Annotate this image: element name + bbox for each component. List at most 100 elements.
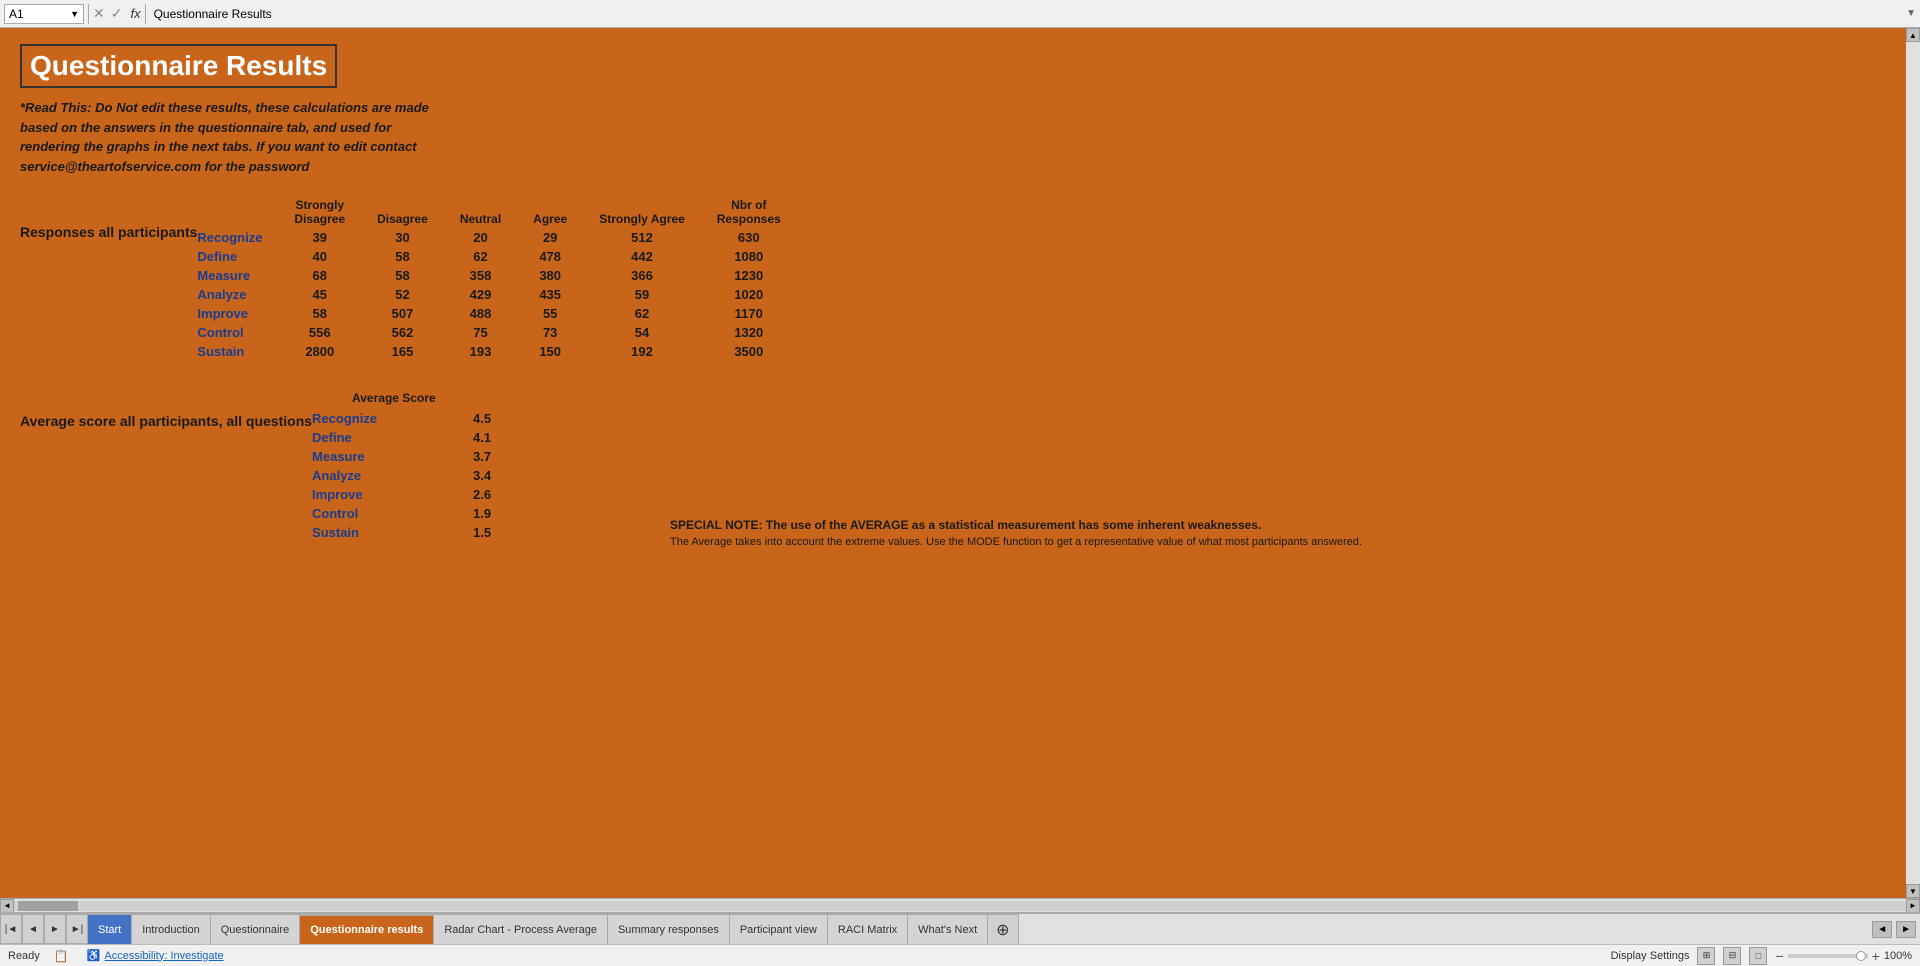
responses-row-label-0: Recognize [197, 228, 278, 247]
tab-nav-prev[interactable]: ◄ [22, 914, 44, 944]
tab-whats-next[interactable]: What's Next [908, 914, 988, 944]
tab-scroll-right[interactable]: ► [1896, 921, 1916, 938]
tab-nav-first[interactable]: |◄ [0, 914, 22, 944]
cancel-icon[interactable]: ✕ [93, 5, 105, 22]
cell-ref-value: A1 [9, 7, 24, 21]
responses-row-label-6: Sustain [197, 342, 278, 361]
cell-reference-box[interactable]: A1 ▼ [4, 4, 84, 24]
right-scrollbar[interactable]: ▲ ▼ [1906, 28, 1920, 898]
scroll-down-btn[interactable]: ▼ [1906, 884, 1920, 898]
cell-ref-dropdown-icon[interactable]: ▼ [70, 9, 79, 19]
responses-cell-2-2: 358 [444, 266, 517, 285]
responses-cell-5-0: 556 [278, 323, 361, 342]
tab-start[interactable]: Start [88, 914, 132, 944]
new-sheet-btn[interactable]: ⊕ [988, 914, 1018, 944]
avg-row-label-0: Recognize [312, 409, 432, 428]
tab-nav-next[interactable]: ► [44, 914, 66, 944]
zoom-controls: − + 100% [1775, 948, 1912, 964]
avg-row-score-1: 4.1 [432, 428, 532, 447]
responses-cell-2-3: 380 [517, 266, 583, 285]
sheet-wrapper: Questionnaire Results *Read This: Do Not… [0, 28, 1920, 966]
avg-row-1: Define4.1 [312, 428, 532, 447]
zoom-out-btn[interactable]: − [1775, 948, 1783, 964]
formula-expand-icon[interactable]: ▼ [1906, 8, 1916, 19]
ready-status: Ready [8, 950, 40, 962]
tab-participant-view[interactable]: Participant view [730, 914, 828, 944]
avg-row-label-6: Sustain [312, 523, 432, 542]
tab-nav-last[interactable]: ►| [66, 914, 88, 944]
fx-label: fx [130, 6, 140, 21]
responses-cell-2-4: 366 [583, 266, 701, 285]
horizontal-scrollbar[interactable]: ◄ ► [0, 898, 1920, 912]
formula-bar-icons: ✕ ✓ [93, 5, 122, 22]
hscroll-left-btn[interactable]: ◄ [0, 899, 14, 913]
view-page-layout-btn[interactable]: □ [1749, 947, 1767, 965]
accessibility-icon: ♿ [87, 949, 101, 962]
responses-cell-3-3: 435 [517, 285, 583, 304]
scroll-up-btn[interactable]: ▲ [1906, 28, 1920, 42]
avg-table: Recognize4.5Define4.1Measure3.7Analyze3.… [312, 409, 532, 542]
special-note-body: The Average takes into account the extre… [670, 536, 1362, 548]
responses-section: Responses all participants StronglyDisag… [20, 196, 1886, 361]
responses-cell-6-3: 150 [517, 342, 583, 361]
responses-row-5: Control5565627573541320 [197, 323, 796, 342]
formula-bar-content-divider [145, 4, 146, 24]
responses-row-0: Recognize39302029512630 [197, 228, 796, 247]
col-header-disagree: Disagree [361, 196, 444, 228]
display-settings[interactable]: Display Settings [1611, 950, 1690, 962]
avg-col-header: Average Score [352, 391, 532, 405]
col-header-agree: Agree [517, 196, 583, 228]
tab-radar-chart---process-average[interactable]: Radar Chart - Process Average [434, 914, 608, 944]
responses-row-2: Measure68583583803661230 [197, 266, 796, 285]
avg-row-5: Control1.9 [312, 504, 532, 523]
col-header-neutral: Neutral [444, 196, 517, 228]
avg-row-2: Measure3.7 [312, 447, 532, 466]
tab-questionnaire-results[interactable]: Questionnaire results [300, 914, 434, 944]
view-normal-btn[interactable]: ⊞ [1697, 947, 1715, 965]
responses-cell-4-1: 507 [361, 304, 444, 323]
avg-row-score-6: 1.5 [432, 523, 532, 542]
responses-row-4: Improve5850748855621170 [197, 304, 796, 323]
tab-introduction[interactable]: Introduction [132, 914, 210, 944]
formula-bar-content[interactable]: Questionnaire Results [150, 5, 1903, 23]
zoom-in-btn[interactable]: + [1872, 948, 1880, 964]
tab-summary-responses[interactable]: Summary responses [608, 914, 730, 944]
responses-cell-1-4: 442 [583, 247, 701, 266]
responses-cell-1-2: 62 [444, 247, 517, 266]
tab-questionnaire[interactable]: Questionnaire [211, 914, 301, 944]
col-header-empty [197, 196, 278, 228]
hscroll-track[interactable] [14, 901, 1906, 911]
col-header-strongly-agree: Strongly Agree [583, 196, 701, 228]
responses-cell-6-0: 2800 [278, 342, 361, 361]
confirm-icon[interactable]: ✓ [111, 5, 123, 22]
hscroll-right-btn[interactable]: ► [1906, 899, 1920, 913]
responses-cell-3-0: 45 [278, 285, 361, 304]
responses-cell-4-0: 58 [278, 304, 361, 323]
responses-cell-4-3: 55 [517, 304, 583, 323]
avg-row-score-3: 3.4 [432, 466, 532, 485]
responses-cell-1-1: 58 [361, 247, 444, 266]
responses-cell-4-5: 1170 [701, 304, 797, 323]
view-pagebreak-btn[interactable]: ⊟ [1723, 947, 1741, 965]
responses-cell-1-5: 1080 [701, 247, 797, 266]
formula-bar-divider [88, 4, 89, 24]
tab-scroll-left[interactable]: ◄ [1872, 921, 1892, 938]
warning-text: *Read This: Do Not edit these results, t… [20, 98, 440, 176]
responses-cell-3-1: 52 [361, 285, 444, 304]
responses-row-label-1: Define [197, 247, 278, 266]
avg-row-score-5: 1.9 [432, 504, 532, 523]
tabs-bar: |◄ ◄ ► ►| StartIntroductionQuestionnaire… [0, 912, 1920, 944]
special-note: SPECIAL NOTE: The use of the AVERAGE as … [670, 518, 1362, 548]
responses-cell-0-2: 20 [444, 228, 517, 247]
tab-raci-matrix[interactable]: RACI Matrix [828, 914, 908, 944]
formula-bar: A1 ▼ ✕ ✓ fx Questionnaire Results ▼ [0, 0, 1920, 28]
responses-cell-3-5: 1020 [701, 285, 797, 304]
cell-mode-icon: 📋 [54, 949, 69, 963]
responses-cell-1-0: 40 [278, 247, 361, 266]
responses-row-3: Analyze4552429435591020 [197, 285, 796, 304]
avg-row-4: Improve2.6 [312, 485, 532, 504]
responses-cell-6-1: 165 [361, 342, 444, 361]
responses-cell-0-4: 512 [583, 228, 701, 247]
accessibility-text[interactable]: Accessibility: Investigate [104, 950, 223, 962]
zoom-slider[interactable] [1788, 954, 1868, 958]
